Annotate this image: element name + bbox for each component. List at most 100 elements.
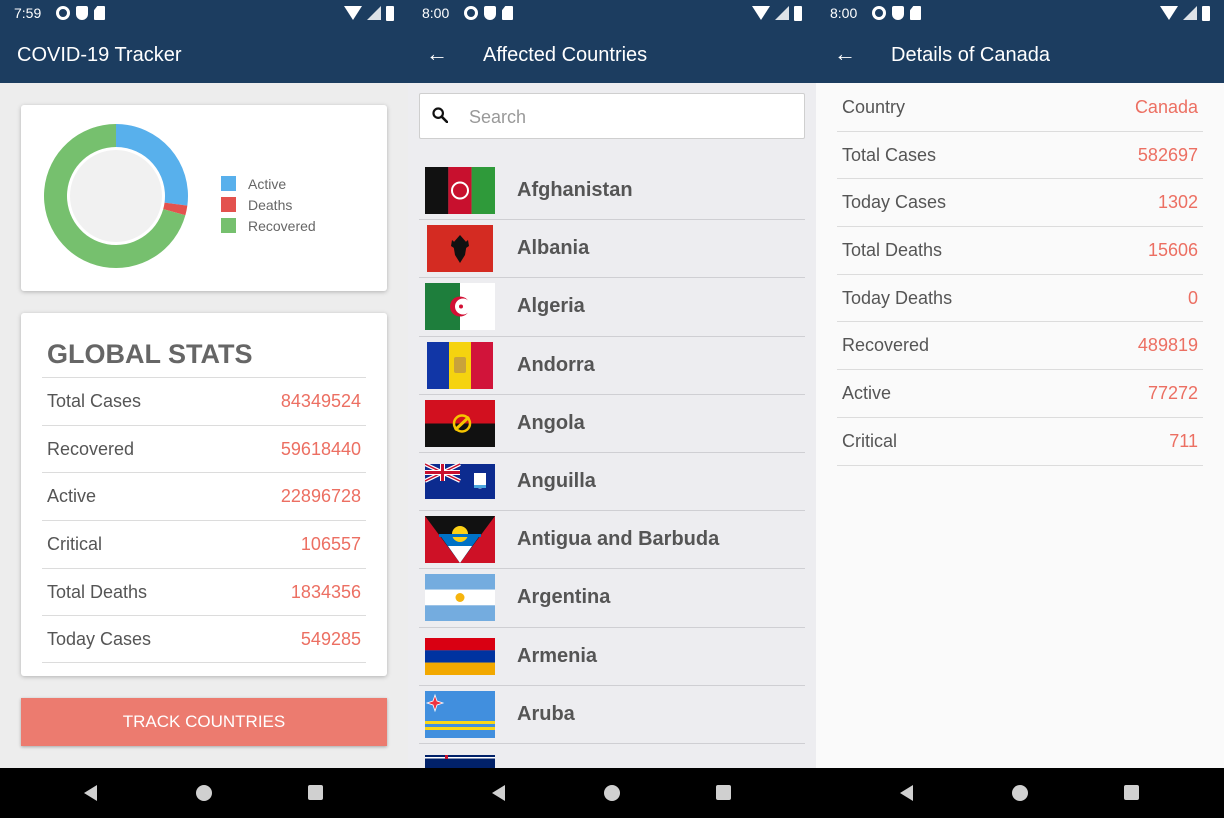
detail-value: 0 (1187, 287, 1198, 308)
nav-bar (0, 768, 408, 818)
anguilla-flag-icon (425, 462, 495, 499)
legend-label-deaths: Deaths (248, 196, 293, 213)
back-arrow-icon[interactable]: ← (426, 43, 448, 65)
country-list[interactable]: Afghanistan Albania Algeria Andorra Ango… (419, 162, 805, 768)
country-name: Antigua and Barbuda (517, 528, 720, 551)
detail-label: Active (842, 382, 892, 403)
detail-label: Today Deaths (842, 287, 953, 308)
detail-value: 1302 (1157, 192, 1198, 213)
armenia-flag-icon (425, 637, 495, 675)
stat-value: 106557 (300, 533, 361, 554)
back-arrow-icon[interactable]: ← (834, 43, 856, 65)
status-time: 8:00 (830, 5, 858, 21)
status-bar: 7:59 (0, 0, 408, 28)
country-name: Afghanistan (517, 179, 633, 201)
detail-row: Country Canada (837, 84, 1203, 132)
stats-title: GLOBAL STATS (47, 339, 253, 369)
detail-value: 489819 (1137, 335, 1198, 356)
chart-legend: Active Deaths Recovered (221, 173, 316, 236)
nav-bar (408, 768, 816, 818)
aruba-flag-icon (425, 690, 495, 738)
detail-label: Recovered (842, 335, 930, 356)
stat-label: Active (47, 486, 97, 507)
page-title: Details of Canada (891, 44, 1050, 66)
list-item[interactable]: Antigua and Barbuda (419, 511, 805, 570)
list-item[interactable]: Andorra (419, 337, 805, 395)
detail-label: Total Cases (842, 144, 937, 165)
track-countries-button[interactable]: TRACK COUNTRIES (21, 698, 387, 746)
list-item[interactable]: Algeria (419, 278, 805, 337)
algeria-flag-icon (425, 283, 495, 331)
detail-row: Total Deaths 15606 (837, 227, 1203, 275)
stat-label: Recovered (47, 438, 135, 459)
nav-home-icon[interactable] (604, 785, 620, 801)
app-bar: COVID-19 Tracker (0, 28, 408, 83)
stat-label: Critical (47, 533, 103, 554)
andorra-flag-icon (427, 341, 493, 389)
donut-hole (70, 150, 162, 242)
nav-recents-icon[interactable] (1124, 785, 1139, 800)
app-bar: ← Affected Countries (408, 28, 816, 83)
angola-flag-icon (425, 399, 495, 447)
detail-value: 15606 (1147, 239, 1198, 260)
country-name: Aruba (517, 702, 575, 725)
detail-value: 582697 (1137, 144, 1198, 165)
detail-row: Critical 711 (837, 418, 1203, 466)
legend-label-recovered: Recovered (248, 217, 316, 234)
albania-flag-icon (427, 225, 493, 273)
list-item[interactable] (419, 744, 805, 768)
list-item[interactable]: Armenia (419, 628, 805, 686)
nav-back-icon[interactable] (492, 785, 505, 801)
argentina-flag-icon (425, 574, 495, 622)
list-item[interactable]: Albania (419, 220, 805, 279)
legend-item-active: Active (221, 173, 316, 194)
detail-label: Total Deaths (842, 239, 943, 260)
battery-icon (386, 6, 394, 21)
battery-icon (794, 6, 802, 21)
afghanistan-flag-icon (425, 167, 495, 214)
nav-recents-icon[interactable] (716, 785, 731, 800)
legend-item-recovered: Recovered (221, 215, 316, 236)
country-details-screen: 8:00 ← Details of Canada Country Canada … (816, 0, 1224, 818)
shield-icon (892, 6, 904, 20)
country-name: Algeria (517, 295, 585, 318)
donut-chart (43, 124, 188, 268)
global-stats-card: GLOBAL STATS Total Cases 84349524 Recove… (21, 313, 387, 676)
legend-swatch-recovered (221, 218, 236, 233)
details-list: Country Canada Total Cases 582697 Today … (837, 84, 1203, 466)
nav-recents-icon[interactable] (308, 785, 323, 800)
search-input[interactable] (469, 104, 789, 130)
search-icon (432, 107, 448, 123)
stat-row: Total Cases 84349524 (42, 377, 366, 425)
stat-value: 1834356 (290, 581, 361, 602)
detail-label: Critical (842, 430, 898, 451)
list-item[interactable]: Afghanistan (419, 162, 805, 221)
settings-icon (872, 6, 886, 20)
app-bar: ← Details of Canada (816, 28, 1224, 83)
list-item[interactable]: Anguilla (419, 453, 805, 512)
detail-row: Active 77272 (837, 370, 1203, 418)
stat-value: 549285 (300, 628, 361, 649)
nav-back-icon[interactable] (900, 785, 913, 801)
legend-swatch-deaths (221, 197, 236, 212)
nav-back-icon[interactable] (84, 785, 97, 801)
nav-home-icon[interactable] (196, 785, 212, 801)
country-name: Argentina (517, 586, 611, 609)
list-item[interactable]: Angola (419, 395, 805, 453)
battery-icon (1202, 6, 1210, 21)
antigua-barbuda-flag-icon (425, 516, 495, 564)
list-item[interactable]: Argentina (419, 569, 805, 628)
settings-icon (464, 6, 478, 20)
detail-row: Recovered 489819 (837, 322, 1203, 371)
detail-row: Total Cases 582697 (837, 132, 1203, 180)
nav-home-icon[interactable] (1012, 785, 1028, 801)
country-name: Armenia (517, 644, 598, 667)
page-title: Affected Countries (483, 44, 648, 66)
list-item[interactable]: Aruba (419, 686, 805, 744)
signal-icon (1183, 6, 1197, 20)
stat-value: 59618440 (280, 438, 361, 459)
detail-row: Today Cases 1302 (837, 179, 1203, 228)
sd-card-icon (910, 6, 921, 20)
signal-icon (367, 6, 381, 20)
shield-icon (484, 6, 496, 20)
